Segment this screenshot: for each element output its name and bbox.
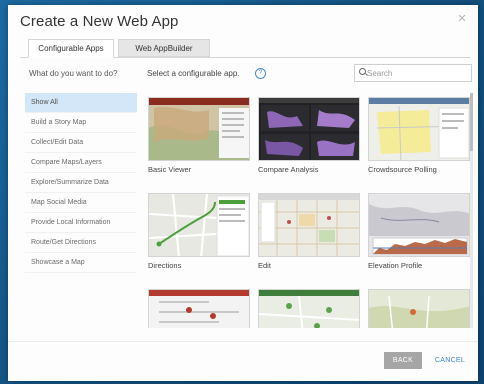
app-gallery: Basic Viewer Compare Analysis Crowdsourc… <box>146 93 478 328</box>
app-thumbnail <box>258 97 360 161</box>
tab-bar: Configurable Apps Web AppBuilder <box>20 39 470 58</box>
help-icon[interactable]: ? <box>255 68 266 79</box>
search-box[interactable] <box>354 64 472 82</box>
filter-item-show-all[interactable]: Show All <box>25 93 137 113</box>
app-card-label: Edit <box>258 261 271 270</box>
filter-item-provide-local-information[interactable]: Provide Local Information <box>25 213 137 233</box>
scrollbar-thumb[interactable] <box>470 93 473 151</box>
filter-prompt: What do you want to do? <box>29 69 118 78</box>
app-card-label: Compare Analysis <box>258 165 319 174</box>
app-card-edit[interactable]: Edit <box>258 193 360 270</box>
tab-configurable-apps[interactable]: Configurable Apps <box>28 39 114 58</box>
app-card-label: Crowdsource Polling <box>368 165 437 174</box>
filter-item-explore-summarize-data[interactable]: Explore/Summarize Data <box>25 173 137 193</box>
app-thumbnail <box>258 193 360 257</box>
gallery-prompt: Select a configurable app. <box>147 69 240 78</box>
filter-item-build-story-map[interactable]: Build a Story Map <box>25 113 137 133</box>
app-thumbnail <box>148 97 250 161</box>
app-card-compare-analysis[interactable]: Compare Analysis <box>258 97 360 174</box>
filter-item-collect-edit-data[interactable]: Collect/Edit Data <box>25 133 137 153</box>
gallery-scrollbar[interactable] <box>470 93 473 328</box>
app-card-label: Elevation Profile <box>368 261 423 270</box>
filter-item-showcase-a-map[interactable]: Showcase a Map <box>25 253 137 273</box>
app-thumbnail <box>368 97 470 161</box>
tab-web-appbuilder[interactable]: Web AppBuilder <box>118 39 210 57</box>
app-card-elevation-profile[interactable]: Elevation Profile <box>368 193 470 270</box>
filter-item-map-social-media[interactable]: Map Social Media <box>25 193 137 213</box>
search-icon <box>359 68 366 75</box>
app-card-row3-1[interactable] <box>148 289 250 328</box>
cancel-button[interactable]: CANCEL <box>432 352 468 369</box>
create-web-app-dialog: Create a New Web App ✕ Configurable Apps… <box>8 5 478 381</box>
filter-item-compare-maps-layers[interactable]: Compare Maps/Layers <box>25 153 137 173</box>
footer-divider <box>8 341 478 342</box>
back-button[interactable]: BACK <box>384 352 422 369</box>
close-icon[interactable]: ✕ <box>456 13 468 25</box>
filter-list: Show All Build a Story Map Collect/Edit … <box>25 93 137 273</box>
app-thumbnail <box>368 193 470 257</box>
app-card-basic-viewer[interactable]: Basic Viewer <box>148 97 250 174</box>
app-thumbnail <box>148 193 250 257</box>
search-input[interactable] <box>367 66 467 80</box>
app-card-row3-3[interactable] <box>368 289 470 328</box>
app-card-crowdsource-polling[interactable]: Crowdsource Polling <box>368 97 470 174</box>
app-card-directions[interactable]: Directions <box>148 193 250 270</box>
app-card-row3-2[interactable] <box>258 289 360 328</box>
filter-item-route-get-directions[interactable]: Route/Get Directions <box>25 233 137 253</box>
app-card-label: Directions <box>148 261 182 270</box>
app-thumbnail <box>258 289 360 328</box>
app-thumbnail <box>368 289 470 328</box>
app-thumbnail <box>148 289 250 328</box>
dialog-title: Create a New Web App <box>20 13 179 30</box>
app-card-label: Basic Viewer <box>148 165 192 174</box>
